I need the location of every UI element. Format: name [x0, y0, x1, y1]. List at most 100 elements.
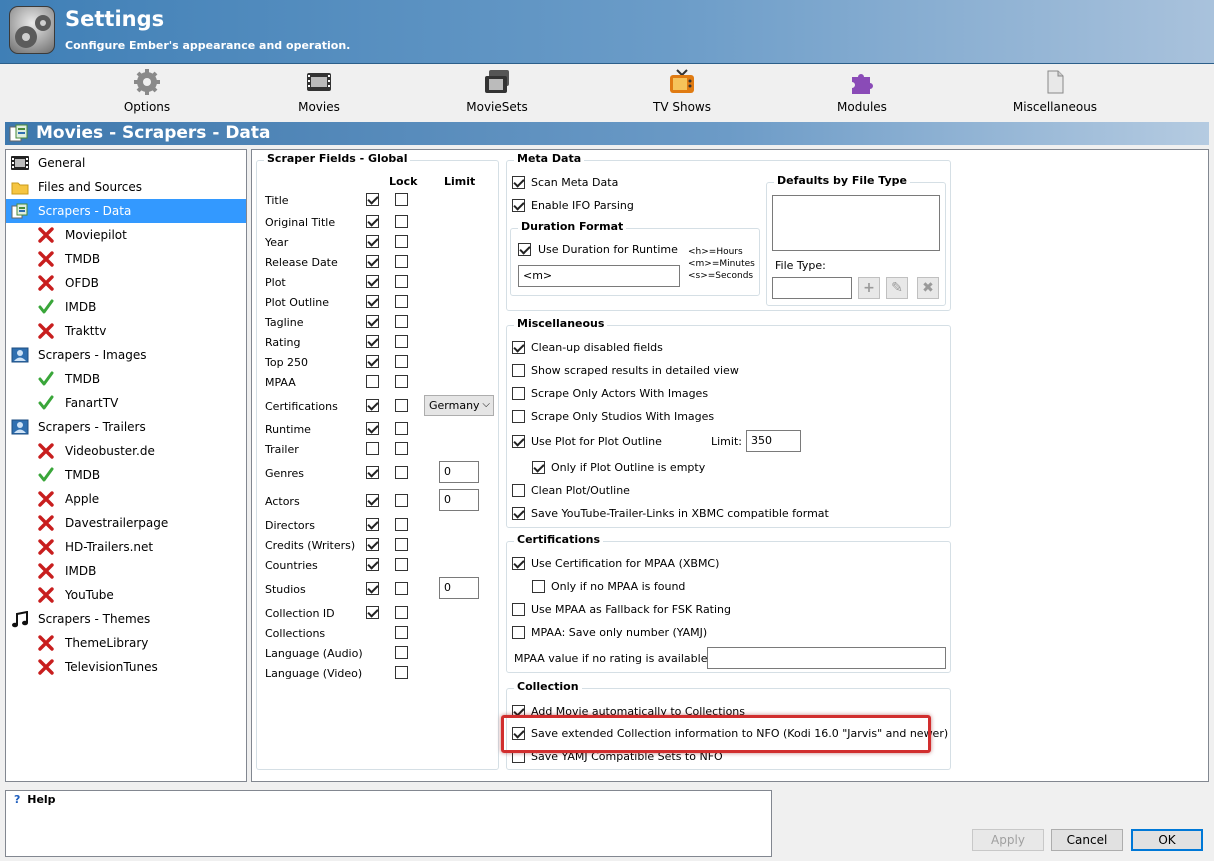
use-duration-checkbox[interactable]: [518, 243, 531, 256]
toolbar-modules-button[interactable]: Modules: [812, 65, 912, 117]
field-enable-checkbox-mpaa[interactable]: [366, 375, 379, 388]
field-lock-checkbox-tagline[interactable]: [395, 315, 408, 328]
field-lock-checkbox-countries[interactable]: [395, 558, 408, 571]
field-enable-checkbox-certifications[interactable]: [366, 399, 379, 412]
field-enable-checkbox-directors[interactable]: [366, 518, 379, 531]
tree-item-tmdb[interactable]: TMDB: [6, 463, 246, 487]
field-lock-checkbox-plot-outline[interactable]: [395, 295, 408, 308]
tree-item-imdb[interactable]: IMDB: [6, 559, 246, 583]
field-lock-checkbox-directors[interactable]: [395, 518, 408, 531]
tree-item-videobuster-de[interactable]: Videobuster.de: [6, 439, 246, 463]
plot-limit-input[interactable]: 350: [746, 430, 801, 452]
field-lock-checkbox-genres[interactable]: [395, 466, 408, 479]
field-lock-checkbox-studios[interactable]: [395, 582, 408, 595]
scrape-only-actors-with-images-checkbox[interactable]: [512, 387, 525, 400]
field-lock-checkbox-collections[interactable]: [395, 626, 408, 639]
toolbar-moviesets-button[interactable]: MovieSets: [447, 65, 547, 117]
field-enable-checkbox-rating[interactable]: [366, 335, 379, 348]
field-enable-checkbox-year[interactable]: [366, 235, 379, 248]
clean-plot-outline-checkbox[interactable]: [512, 484, 525, 497]
field-lock-checkbox-actors[interactable]: [395, 494, 408, 507]
field-lock-checkbox-trailer[interactable]: [395, 442, 408, 455]
tree-item-scrapers-themes[interactable]: Scrapers - Themes: [6, 607, 246, 631]
field-lock-checkbox-mpaa[interactable]: [395, 375, 408, 388]
use-mpaa-as-fallback-for-fsk-rating-checkbox[interactable]: [512, 603, 525, 616]
tree-item-general[interactable]: General: [6, 151, 246, 175]
field-limit-input-actors[interactable]: 0: [439, 489, 479, 511]
field-limit-input-studios[interactable]: 0: [439, 577, 479, 599]
field-lock-checkbox-release-date[interactable]: [395, 255, 408, 268]
only-if-plot-outline-is-empty-checkbox[interactable]: [532, 461, 545, 474]
field-lock-checkbox-credits-writers[interactable]: [395, 538, 408, 551]
field-enable-checkbox-original-title[interactable]: [366, 215, 379, 228]
tree-item-themelibrary[interactable]: ThemeLibrary: [6, 631, 246, 655]
toolbar-miscellaneous-button[interactable]: Miscellaneous: [1005, 65, 1105, 117]
field-enable-checkbox-plot[interactable]: [366, 275, 379, 288]
tree-item-trakttv[interactable]: Trakttv: [6, 319, 246, 343]
edit-file-type-button[interactable]: ✎: [886, 277, 908, 299]
tree-item-fanarttv[interactable]: FanartTV: [6, 391, 246, 415]
field-enable-checkbox-collection-id[interactable]: [366, 606, 379, 619]
tree-item-ofdb[interactable]: OFDB: [6, 271, 246, 295]
field-enable-checkbox-title[interactable]: [366, 193, 379, 206]
field-enable-checkbox-actors[interactable]: [366, 494, 379, 507]
mpaa-value-input[interactable]: [707, 647, 946, 669]
field-lock-checkbox-top-250[interactable]: [395, 355, 408, 368]
field-enable-checkbox-studios[interactable]: [366, 582, 379, 595]
ok-button[interactable]: OK: [1131, 829, 1203, 851]
tree-item-apple[interactable]: Apple: [6, 487, 246, 511]
show-scraped-results-in-detailed-view-checkbox[interactable]: [512, 364, 525, 377]
field-limit-input-genres[interactable]: 0: [439, 461, 479, 483]
field-enable-checkbox-tagline[interactable]: [366, 315, 379, 328]
tree-item-imdb[interactable]: IMDB: [6, 295, 246, 319]
file-type-list[interactable]: [772, 195, 940, 251]
scan-meta-data-checkbox[interactable]: [512, 176, 525, 189]
field-enable-checkbox-genres[interactable]: [366, 466, 379, 479]
cancel-button[interactable]: Cancel: [1051, 829, 1123, 851]
scrape-only-studios-with-images-checkbox[interactable]: [512, 410, 525, 423]
field-lock-checkbox-year[interactable]: [395, 235, 408, 248]
toolbar-options-button[interactable]: Options: [97, 65, 197, 117]
field-enable-checkbox-plot-outline[interactable]: [366, 295, 379, 308]
field-lock-checkbox-plot[interactable]: [395, 275, 408, 288]
toolbar-movies-button[interactable]: Movies: [269, 65, 369, 117]
field-lock-checkbox-rating[interactable]: [395, 335, 408, 348]
tree-item-scrapers-trailers[interactable]: Scrapers - Trailers: [6, 415, 246, 439]
field-lock-checkbox-language-audio[interactable]: [395, 646, 408, 659]
field-lock-checkbox-certifications[interactable]: [395, 399, 408, 412]
field-lock-checkbox-language-video[interactable]: [395, 666, 408, 679]
field-enable-checkbox-trailer[interactable]: [366, 442, 379, 455]
tree-item-tmdb[interactable]: TMDB: [6, 247, 246, 271]
file-type-input[interactable]: [772, 277, 852, 299]
field-lock-checkbox-runtime[interactable]: [395, 422, 408, 435]
enable-ifo-checkbox[interactable]: [512, 199, 525, 212]
tree-item-scrapers-data[interactable]: Scrapers - Data: [6, 199, 246, 223]
field-enable-checkbox-release-date[interactable]: [366, 255, 379, 268]
field-enable-checkbox-top-250[interactable]: [366, 355, 379, 368]
field-lock-checkbox-original-title[interactable]: [395, 215, 408, 228]
use-plot-for-plot-outline-checkbox[interactable]: [512, 435, 525, 448]
mpaa-save-only-number-yamj-checkbox[interactable]: [512, 626, 525, 639]
apply-button[interactable]: Apply: [972, 829, 1044, 851]
tree-item-files-and-sources[interactable]: Files and Sources: [6, 175, 246, 199]
field-lock-checkbox-collection-id[interactable]: [395, 606, 408, 619]
field-enable-checkbox-credits-writers[interactable]: [366, 538, 379, 551]
field-enable-checkbox-runtime[interactable]: [366, 422, 379, 435]
duration-format-input[interactable]: <m>: [518, 265, 680, 287]
field-lock-checkbox-title[interactable]: [395, 193, 408, 206]
tree-item-moviepilot[interactable]: Moviepilot: [6, 223, 246, 247]
toolbar-tvshows-button[interactable]: TV Shows: [632, 65, 732, 117]
save-youtube-trailer-links-in-xbmc-compa-checkbox[interactable]: [512, 507, 525, 520]
tree-item-scrapers-images[interactable]: Scrapers - Images: [6, 343, 246, 367]
use-certification-for-mpaa-xbmc-checkbox[interactable]: [512, 557, 525, 570]
field-enable-checkbox-countries[interactable]: [366, 558, 379, 571]
only-if-no-mpaa-is-found-checkbox[interactable]: [532, 580, 545, 593]
tree-item-televisiontunes[interactable]: TelevisionTunes: [6, 655, 246, 679]
certifications-limit-select[interactable]: Germany ⌵: [424, 395, 494, 416]
add-file-type-button[interactable]: +: [858, 277, 880, 299]
clean-up-disabled-fields-checkbox[interactable]: [512, 341, 525, 354]
remove-file-type-button[interactable]: ✖: [917, 277, 939, 299]
tree-item-youtube[interactable]: YouTube: [6, 583, 246, 607]
tree-item-tmdb[interactable]: TMDB: [6, 367, 246, 391]
tree-item-davestrailerpage[interactable]: Davestrailerpage: [6, 511, 246, 535]
